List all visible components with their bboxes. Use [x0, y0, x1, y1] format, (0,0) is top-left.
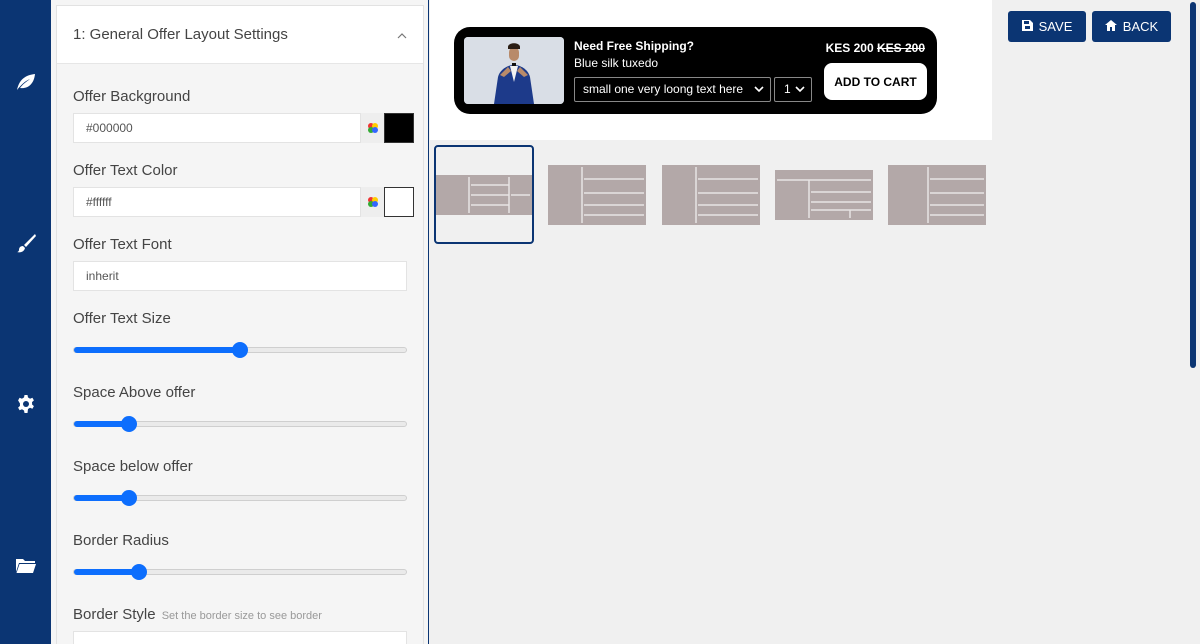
settings-panel: 1: General Offer Layout Settings Offer B…: [51, 0, 429, 644]
folder-icon[interactable]: [14, 553, 38, 577]
leaf-icon[interactable]: [14, 70, 38, 94]
brush-icon[interactable]: [14, 231, 38, 255]
add-to-cart-button[interactable]: ADD TO CART: [824, 63, 927, 100]
offer-text-size-slider[interactable]: [73, 342, 407, 358]
slider-handle[interactable]: [130, 564, 147, 580]
quantity-value: 1: [784, 82, 791, 96]
variant-value: small one very loong text here: [583, 82, 744, 96]
slider-handle[interactable]: [232, 342, 248, 358]
offer-text-color-input[interactable]: #ffffff: [73, 187, 361, 217]
main-area: Need Free Shipping? Blue silk tuxedo sma…: [430, 0, 1200, 644]
slider-fill: [74, 347, 240, 353]
offer-headline: Need Free Shipping?: [574, 39, 695, 53]
border-radius-slider[interactable]: [73, 564, 407, 580]
slider-fill: [74, 569, 139, 575]
layout-option-5[interactable]: [887, 145, 987, 244]
space-above-slider[interactable]: [73, 416, 407, 432]
border-radius-label: Border Radius: [73, 532, 169, 549]
layout-option-4[interactable]: [774, 145, 874, 244]
slider-handle[interactable]: [120, 490, 137, 506]
offer-text-font-label: Offer Text Font: [73, 236, 172, 253]
offer-text-color-swatch[interactable]: [384, 187, 414, 217]
gear-icon[interactable]: [14, 392, 38, 416]
border-style-title: Border Style: [73, 606, 156, 623]
back-label: BACK: [1122, 19, 1159, 34]
chevron-down-icon: [795, 78, 805, 110]
accordion-header[interactable]: 1: General Offer Layout Settings: [57, 6, 423, 64]
offer-text-color-label: Offer Text Color: [73, 162, 178, 179]
space-below-slider[interactable]: [73, 490, 407, 506]
color-picker-icon[interactable]: [361, 113, 385, 143]
offer-preview-area: Need Free Shipping? Blue silk tuxedo sma…: [430, 0, 992, 140]
product-name: Blue silk tuxedo: [574, 56, 659, 70]
space-below-label: Space below offer: [73, 458, 193, 475]
quantity-select[interactable]: 1: [774, 77, 812, 102]
panel-title: 1: General Offer Layout Settings: [73, 26, 288, 43]
save-label: SAVE: [1038, 19, 1073, 34]
product-image: [464, 37, 564, 104]
border-style-label: Border Style Set the border size to see …: [73, 606, 322, 623]
offer-background-swatch[interactable]: [384, 113, 414, 143]
slider-handle[interactable]: [120, 416, 137, 432]
home-icon: [1104, 19, 1117, 34]
chevron-down-icon: [754, 78, 764, 110]
offer-preview: Need Free Shipping? Blue silk tuxedo sma…: [454, 27, 937, 114]
color-picker-icon[interactable]: [361, 187, 385, 217]
sale-price: KES 200: [825, 41, 874, 55]
offer-text-size-label: Offer Text Size: [73, 310, 171, 327]
layout-option-3[interactable]: [661, 145, 761, 244]
border-style-select[interactable]: [73, 631, 407, 644]
price: KES 200 KES 200: [826, 41, 925, 55]
chevron-up-icon[interactable]: [397, 28, 407, 42]
offer-text-font-input[interactable]: inherit: [73, 261, 407, 291]
compare-price: KES 200: [876, 41, 925, 55]
save-button[interactable]: SAVE: [1008, 11, 1086, 42]
space-above-label: Space Above offer: [73, 384, 196, 401]
offer-background-input[interactable]: #000000: [73, 113, 361, 143]
back-button[interactable]: BACK: [1092, 11, 1171, 42]
icon-sidebar: [0, 0, 51, 644]
border-style-hint: Set the border size to see border: [161, 610, 322, 622]
variant-select[interactable]: small one very loong text here: [574, 77, 771, 102]
offer-background-label: Offer Background: [73, 88, 191, 105]
save-icon: [1021, 19, 1033, 34]
settings-accordion: 1: General Offer Layout Settings Offer B…: [56, 5, 424, 644]
layout-option-2[interactable]: [547, 145, 647, 244]
layout-option-1[interactable]: [434, 145, 534, 244]
scrollbar[interactable]: [1190, 2, 1196, 368]
